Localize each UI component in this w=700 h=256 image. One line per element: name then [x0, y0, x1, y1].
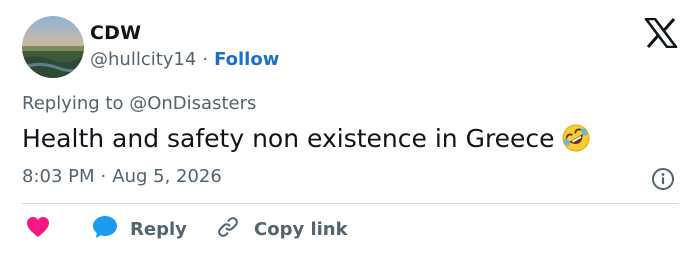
- tweet-time: 8:03 PM: [22, 166, 95, 187]
- copy-link-label: Copy link: [254, 218, 348, 240]
- avatar-image: [22, 16, 84, 78]
- author-handle-row: @hullcity14 · Follow: [90, 49, 279, 70]
- reply-bubble-icon: [92, 215, 118, 243]
- heart-icon: [26, 216, 50, 242]
- follow-button[interactable]: Follow: [214, 49, 279, 70]
- info-icon[interactable]: [651, 167, 675, 191]
- reply-context: Replying to @OnDisasters: [22, 93, 256, 114]
- handle-separator: ·: [202, 49, 209, 70]
- avatar[interactable]: [22, 16, 84, 78]
- tweet-timestamp[interactable]: 8:03 PM · Aug 5, 2026: [22, 166, 222, 187]
- tweet-text-row: Health and safety non existence in Greec…: [22, 123, 591, 161]
- x-logo-icon[interactable]: [644, 17, 678, 49]
- like-button[interactable]: [26, 215, 50, 243]
- reply-label: Reply: [130, 218, 187, 240]
- author-name[interactable]: CDW: [90, 22, 141, 44]
- tweet-text: Health and safety non existence in Greec…: [22, 124, 555, 153]
- link-icon: [216, 215, 240, 243]
- tweet-date: Aug 5, 2026: [112, 166, 222, 187]
- divider: [22, 203, 678, 204]
- rolling-on-floor-laughing-emoji-icon: [561, 123, 591, 161]
- author-handle[interactable]: @hullcity14: [90, 49, 196, 70]
- action-bar: Reply Copy link: [22, 215, 682, 243]
- timestamp-separator: ·: [100, 166, 107, 187]
- reply-mention[interactable]: @OnDisasters: [129, 93, 256, 114]
- reply-button[interactable]: Reply: [92, 215, 187, 243]
- reply-prefix: Replying to: [22, 93, 124, 114]
- copy-link-button[interactable]: Copy link: [216, 215, 348, 243]
